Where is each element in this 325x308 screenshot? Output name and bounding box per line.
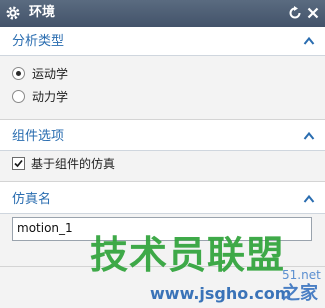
reset-icon[interactable] — [287, 5, 303, 21]
watermark-suffix: 之家 — [282, 283, 318, 304]
section-header-simulation-name[interactable]: 仿真名 — [0, 187, 325, 214]
section-header-component-options[interactable]: 组件选项 — [0, 124, 325, 151]
gear-icon[interactable] — [5, 5, 21, 21]
close-icon[interactable] — [305, 5, 321, 21]
section-label-analysis-type: 分析类型 — [12, 34, 65, 49]
section-label-simulation-name: 仿真名 — [12, 192, 52, 207]
chevron-up-icon[interactable] — [303, 35, 315, 47]
watermark-side-text: 51.net — [282, 268, 321, 282]
radio-kinematics[interactable]: 运动学 — [12, 66, 68, 82]
chevron-up-icon[interactable] — [303, 193, 315, 205]
section-divider — [0, 119, 325, 120]
watermark-logo-text: 技术员联盟 — [90, 233, 286, 277]
checkbox-label: 基于组件的仿真 — [31, 157, 116, 171]
check-icon — [14, 159, 23, 168]
watermark-url: www.jsgho.com — [150, 284, 292, 303]
radio-button[interactable] — [12, 90, 25, 103]
chevron-up-icon[interactable] — [303, 130, 315, 142]
radio-button-selected[interactable] — [12, 67, 25, 80]
radio-label-kinematics: 运动学 — [32, 67, 69, 81]
section-divider — [0, 181, 325, 182]
checkbox-component-based[interactable]: 基于组件的仿真 — [12, 156, 115, 172]
checkbox-checked[interactable] — [12, 157, 25, 170]
radio-label-dynamics: 动力学 — [32, 90, 69, 104]
window-title: 环境 — [29, 5, 56, 20]
section-label-component-options: 组件选项 — [12, 129, 65, 144]
window-title-bar: 环境 — [0, 0, 325, 27]
radio-dynamics[interactable]: 动力学 — [12, 89, 68, 105]
section-header-analysis-type[interactable]: 分析类型 — [0, 29, 325, 56]
